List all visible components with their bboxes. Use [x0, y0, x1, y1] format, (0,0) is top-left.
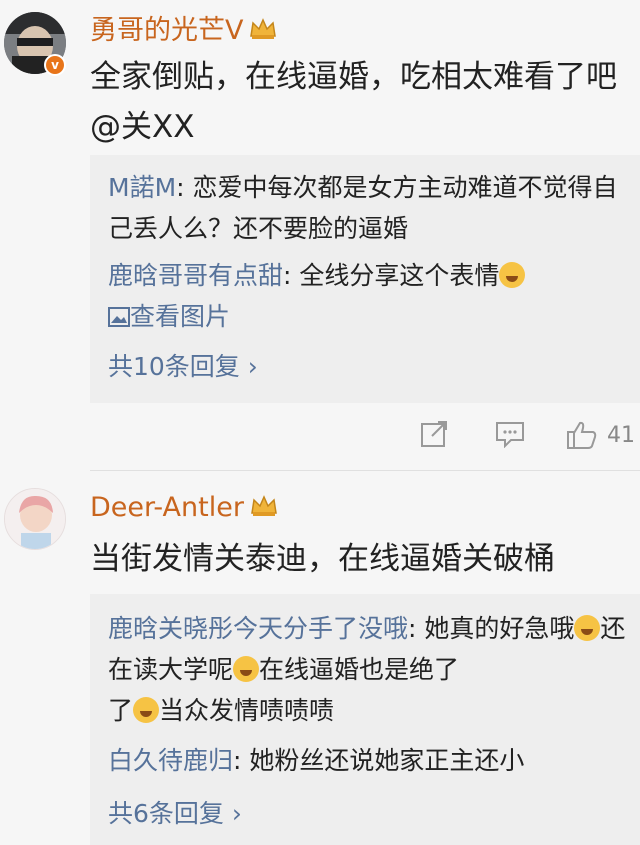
image-icon	[108, 307, 130, 327]
laugh-emoji-icon	[233, 656, 260, 682]
more-replies-link[interactable]: 共6条回复 ›	[108, 794, 242, 830]
verified-badge-icon: v	[44, 54, 66, 76]
more-replies-link[interactable]: 共10条回复 ›	[108, 347, 258, 383]
comment-text: 当街发情关泰迪，在线逼婚关破桶	[90, 541, 555, 577]
reply-item: M諾M: 恋爱中每次都是女方主动难道不觉得自己丢人么？还不要脸的逼婚	[108, 173, 618, 243]
laugh-emoji-icon	[133, 697, 160, 723]
crown-icon	[249, 16, 277, 47]
reply-item: 白久待鹿归: 她粉丝还说她家正主还小	[108, 746, 525, 775]
comment-item: Deer-Antler 当街发情关泰迪，在线逼婚关破桶 鹿晗关晓彤今天分手了没哦…	[0, 476, 640, 845]
reply-username[interactable]: 鹿晗哥哥有点甜	[108, 261, 283, 290]
like-icon[interactable]	[566, 420, 598, 456]
share-icon[interactable]	[420, 420, 448, 456]
comment-username[interactable]: Deer-Antler	[90, 492, 278, 524]
reply-box[interactable]: M諾M: 恋爱中每次都是女方主动难道不觉得自己丢人么？还不要脸的逼婚 鹿晗哥哥有…	[90, 155, 640, 403]
reply-item: 鹿晗关晓彤今天分手了没哦: 她真的好急哦 还在读大学呢 在线逼婚也是绝了了当众发情啧…	[108, 614, 626, 725]
reply-box[interactable]: 鹿晗关晓彤今天分手了没哦: 她真的好急哦 还在读大学呢 在线逼婚也是绝了了当众发情啧…	[90, 594, 640, 845]
view-image-link[interactable]: 查看图片	[108, 302, 230, 331]
reply-item: 鹿晗哥哥有点甜: 全线分享这个表情 查看图片	[108, 255, 628, 337]
laugh-emoji-icon	[574, 615, 601, 641]
reply-username[interactable]: 鹿晗关晓彤今天分手了没哦	[108, 614, 408, 643]
divider	[90, 470, 640, 471]
like-count: 41	[607, 423, 635, 448]
crown-icon	[250, 493, 278, 524]
avatar-illustration	[5, 489, 65, 549]
smiley-emoji-icon	[499, 262, 526, 288]
comment-text: 全家倒贴，在线逼婚，吃相太难看了吧@关XX	[90, 59, 617, 145]
avatar[interactable]	[4, 488, 66, 550]
comment-item: v 勇哥的光芒V 全家倒贴，在线逼婚，吃相太难看了吧@关XX M諾M: 恋爱中每…	[0, 0, 640, 470]
comment-icon[interactable]	[495, 420, 525, 456]
reply-username[interactable]: 白久待鹿归	[108, 746, 233, 775]
reply-username[interactable]: M諾M	[108, 173, 176, 202]
comment-username[interactable]: 勇哥的光芒V	[90, 8, 277, 47]
